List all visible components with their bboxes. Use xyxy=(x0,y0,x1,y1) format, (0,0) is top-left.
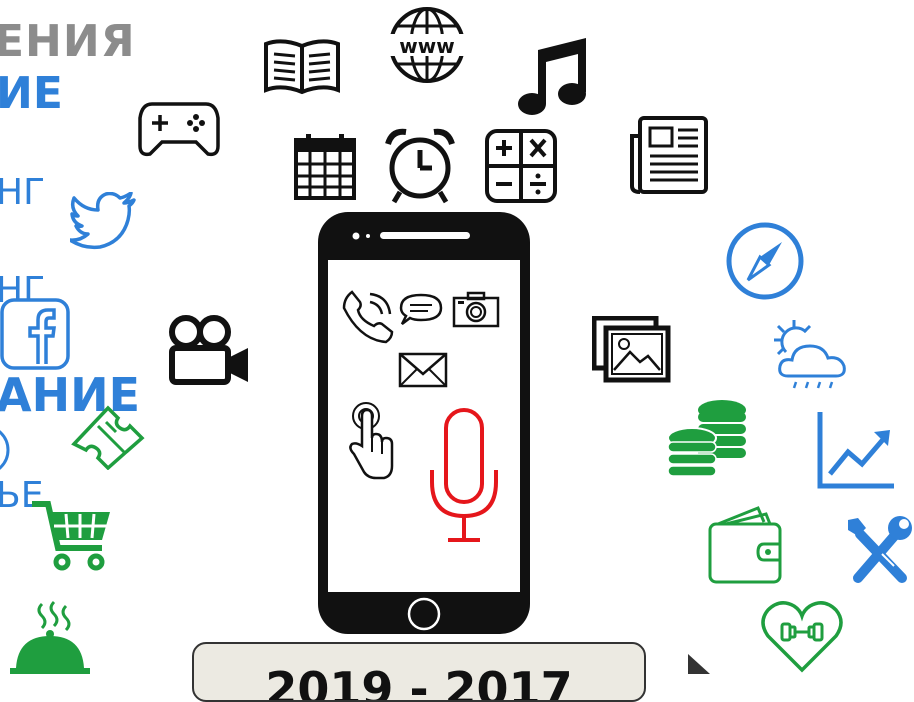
twitter-bird-icon xyxy=(70,192,138,250)
alarm-clock-icon xyxy=(382,126,458,206)
caption-text: 2019 - 2017 xyxy=(265,662,573,702)
calendar-icon xyxy=(292,132,358,202)
newspaper-icon xyxy=(628,114,710,196)
partial-circle-icon xyxy=(0,420,14,480)
video-camera-icon xyxy=(166,312,252,388)
svg-text:www: www xyxy=(399,34,454,58)
heart-dumbbell-icon xyxy=(760,596,844,674)
shopping-cart-icon xyxy=(30,496,114,576)
gallery-icon xyxy=(592,316,672,384)
phone-call-icon xyxy=(340,288,396,344)
left-text-line-3: НГ xyxy=(0,172,46,213)
microphone-icon xyxy=(424,406,504,546)
weather-icon xyxy=(766,318,852,394)
wallet-icon xyxy=(706,506,788,586)
gamepad-icon xyxy=(138,98,220,158)
coins-icon xyxy=(666,398,750,480)
caption-box: 2019 - 2017 xyxy=(192,642,646,702)
food-cloche-icon xyxy=(8,600,92,674)
envelope-icon xyxy=(398,352,448,388)
chart-up-icon xyxy=(816,410,896,490)
facebook-icon xyxy=(0,298,72,372)
globe-www-icon: www xyxy=(386,4,468,86)
calculator-icon xyxy=(484,128,558,204)
touch-hand-icon xyxy=(346,400,396,480)
compass-icon xyxy=(724,220,806,302)
chat-bubble-icon xyxy=(398,292,444,328)
left-text-line-1: ЕНИЯ xyxy=(0,16,136,67)
tools-icon xyxy=(844,514,914,588)
ticket-icon xyxy=(68,404,148,470)
camera-icon xyxy=(452,290,500,328)
left-text-line-2: ИЕ xyxy=(0,68,63,119)
music-note-icon xyxy=(516,36,590,118)
play-arrow-icon xyxy=(688,654,718,674)
book-icon xyxy=(262,36,342,96)
